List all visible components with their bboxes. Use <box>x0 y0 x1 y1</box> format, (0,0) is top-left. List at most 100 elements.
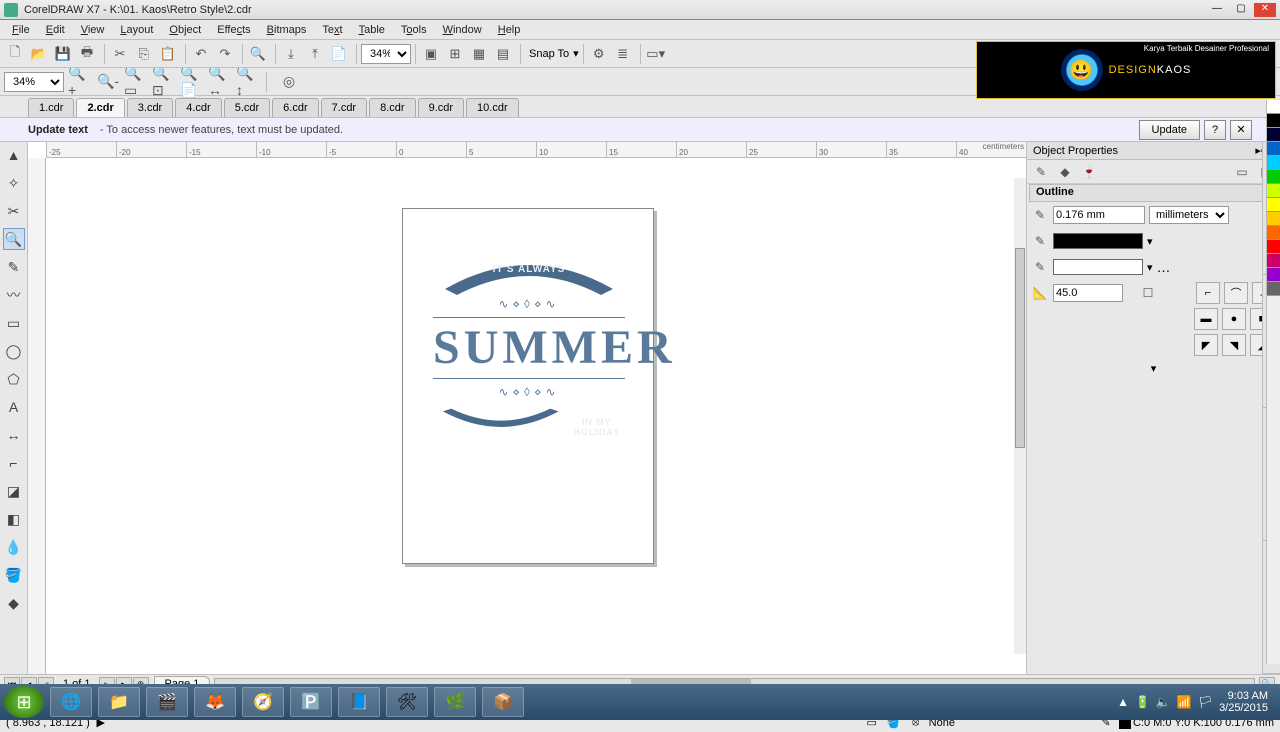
smart-fill-tool[interactable]: ◆ <box>3 592 25 614</box>
taskbar-app[interactable]: 🦊 <box>194 687 236 717</box>
taskbar-app[interactable]: 🌐 <box>50 687 92 717</box>
corner-round-button[interactable]: ⌒ <box>1224 282 1248 304</box>
menu-text[interactable]: Text <box>314 22 350 38</box>
close-button[interactable]: ✕ <box>1254 3 1276 17</box>
color-swatch[interactable] <box>1267 184 1280 198</box>
print-button[interactable]: 🖶 <box>76 43 98 65</box>
pick-tool[interactable]: ▲ <box>3 144 25 166</box>
maximize-button[interactable]: ▢ <box>1230 3 1252 17</box>
menu-object[interactable]: Object <box>161 22 209 38</box>
crop-tool[interactable]: ✂ <box>3 200 25 222</box>
color-swatch[interactable] <box>1267 142 1280 156</box>
app-launcher-button[interactable]: ▭▾ <box>645 43 667 65</box>
redo-button[interactable]: ↷ <box>214 43 236 65</box>
help-button[interactable]: ? <box>1204 120 1226 140</box>
parallel-dimension-tool[interactable]: ↔ <box>3 424 25 446</box>
tray-icon[interactable]: 🏳 <box>1198 695 1213 709</box>
menu-layout[interactable]: Layout <box>112 22 161 38</box>
color-swatch[interactable] <box>1267 170 1280 184</box>
zoom-selection-icon[interactable]: 🔍▭ <box>124 71 148 93</box>
fill-tool[interactable]: 🪣 <box>3 564 25 586</box>
transparency-tab-icon[interactable]: 🍷 <box>1079 162 1099 182</box>
doc-tab[interactable]: 2.cdr <box>76 98 124 117</box>
artistic-media-tool[interactable]: 〰 <box>3 284 25 306</box>
cap-flat-button[interactable]: ▬ <box>1194 308 1218 330</box>
options-button[interactable]: ⚙ <box>588 43 610 65</box>
color-swatch[interactable] <box>1267 254 1280 268</box>
zoom-page-icon[interactable]: 🔍📄 <box>180 71 204 93</box>
canvas[interactable]: IT'S ALWAYS ∿⋄◊⋄∿ SUMMER ∿⋄◊⋄∿ IN MY HOL… <box>46 158 1026 674</box>
tray-icon[interactable]: 📶 <box>1177 695 1192 709</box>
color-swatch[interactable] <box>1267 128 1280 142</box>
doc-tab[interactable]: 9.cdr <box>418 98 464 117</box>
miter-limit-input[interactable] <box>1053 284 1123 302</box>
doc-tab[interactable]: 3.cdr <box>127 98 173 117</box>
color-swatch[interactable] <box>1267 114 1280 128</box>
menu-view[interactable]: View <box>73 22 113 38</box>
copy-button[interactable]: ⎘ <box>133 43 155 65</box>
menu-bitmaps[interactable]: Bitmaps <box>259 22 315 38</box>
open-button[interactable]: 📂 <box>28 43 50 65</box>
freehand-tool[interactable]: ✎ <box>3 256 25 278</box>
snap-to-dropdown[interactable]: Snap To <box>525 48 573 60</box>
cut-button[interactable]: ✂ <box>109 43 131 65</box>
outline-units-select[interactable]: millimeters <box>1149 206 1229 224</box>
menu-help[interactable]: Help <box>490 22 529 38</box>
menu-effects[interactable]: Effects <box>209 22 258 38</box>
show-grid-button[interactable]: ▦ <box>468 43 490 65</box>
outline-section-header[interactable]: Outline <box>1029 184 1278 202</box>
taskbar-app[interactable]: 🧭 <box>242 687 284 717</box>
taskbar-app[interactable]: 🌿 <box>434 687 476 717</box>
doc-tab[interactable]: 1.cdr <box>28 98 74 117</box>
color-swatch[interactable] <box>1267 212 1280 226</box>
menu-edit[interactable]: Edit <box>38 22 73 38</box>
color-swatch[interactable] <box>1267 100 1280 114</box>
menu-table[interactable]: Table <box>351 22 393 38</box>
publish-button[interactable]: 📄 <box>328 43 350 65</box>
doc-tab[interactable]: 4.cdr <box>175 98 221 117</box>
view-mode-icon[interactable]: ◎ <box>277 71 301 93</box>
scale-checkbox[interactable]: ☐ <box>1139 284 1157 302</box>
zoom-width-icon[interactable]: 🔍↔ <box>208 71 232 93</box>
expand-arrow-icon[interactable]: ▾ <box>1027 358 1280 379</box>
doc-tab[interactable]: 5.cdr <box>224 98 270 117</box>
fill-tab-icon[interactable]: ◆ <box>1055 162 1075 182</box>
search-button[interactable]: 🔍 <box>247 43 269 65</box>
taskbar-app[interactable]: 🎬 <box>146 687 188 717</box>
zoom-level-combo[interactable]: 34% <box>361 44 411 64</box>
cap-round-button[interactable]: ● <box>1222 308 1246 330</box>
taskbar-app[interactable]: 📦 <box>482 687 524 717</box>
dismiss-button[interactable]: ✕ <box>1230 120 1252 140</box>
tray-icon[interactable]: 🔋 <box>1135 695 1150 709</box>
zoom-all-icon[interactable]: 🔍⊡ <box>152 71 176 93</box>
corner-miter-button[interactable]: ⌐ <box>1196 282 1220 304</box>
doc-tab[interactable]: 6.cdr <box>272 98 318 117</box>
color-swatch[interactable] <box>1267 282 1280 296</box>
outline-color-swatch[interactable] <box>1053 233 1143 249</box>
menu-tools[interactable]: Tools <box>393 22 435 38</box>
shape-tool[interactable]: ✧ <box>3 172 25 194</box>
start-button[interactable]: ⊞ <box>4 686 44 718</box>
taskbar-app[interactable]: 🛠 <box>386 687 428 717</box>
doc-tab[interactable]: 8.cdr <box>369 98 415 117</box>
taskbar-app[interactable]: 📁 <box>98 687 140 717</box>
eyedropper-tool[interactable]: 💧 <box>3 536 25 558</box>
tray-icon[interactable]: 🔈 <box>1156 695 1171 709</box>
undo-button[interactable]: ↶ <box>190 43 212 65</box>
taskbar-app[interactable]: 🅿️ <box>290 687 332 717</box>
navigator-slider[interactable] <box>1014 178 1026 654</box>
color-swatch[interactable] <box>1267 156 1280 170</box>
drawing-area[interactable]: -25-20-15-10-50510152025303540centimeter… <box>28 142 1026 674</box>
show-guidelines-button[interactable]: ▤ <box>492 43 514 65</box>
fullscreen-button[interactable]: ▣ <box>420 43 442 65</box>
zoom-out-icon[interactable]: 🔍- <box>96 71 120 93</box>
ellipse-tool[interactable]: ◯ <box>3 340 25 362</box>
doc-tab[interactable]: 10.cdr <box>466 98 519 117</box>
export-button[interactable]: ⤒ <box>304 43 326 65</box>
connector-tool[interactable]: ⌐ <box>3 452 25 474</box>
show-rulers-button[interactable]: ⊞ <box>444 43 466 65</box>
zoom-combo-2[interactable]: 34% <box>4 72 64 92</box>
outline-tab-icon[interactable]: ✎ <box>1031 162 1051 182</box>
taskbar-app[interactable]: 📘 <box>338 687 380 717</box>
paste-button[interactable]: 📋 <box>157 43 179 65</box>
